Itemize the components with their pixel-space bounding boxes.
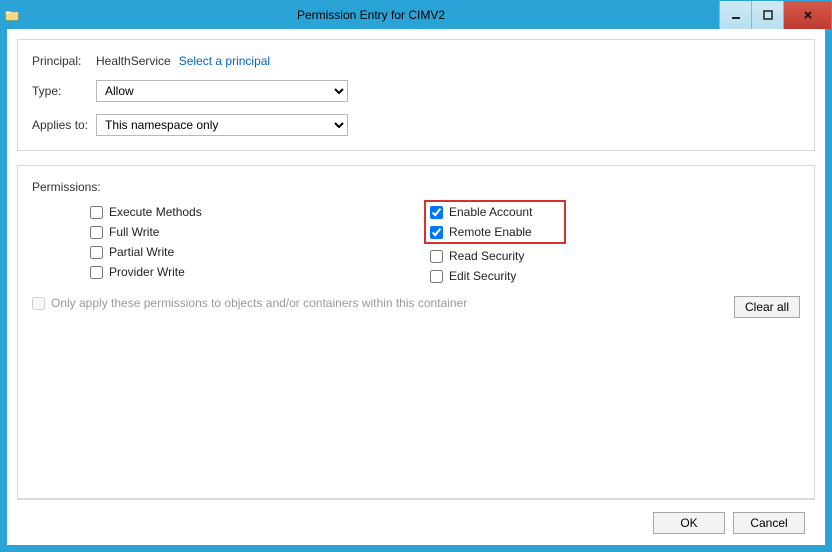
perm-checkbox[interactable] (90, 206, 103, 219)
perm-checkbox[interactable] (90, 266, 103, 279)
clear-all-button[interactable]: Clear all (734, 296, 800, 318)
applies-label: Applies to: (32, 118, 96, 132)
perm-label: Provider Write (109, 265, 185, 279)
only-apply-checkbox[interactable] (32, 297, 45, 310)
type-row: Type: Allow (32, 80, 800, 102)
principal-row: Principal: HealthService Select a princi… (32, 54, 800, 68)
perm-read-security[interactable]: Read Security (430, 246, 770, 266)
applies-row: Applies to: This namespace only (32, 114, 800, 136)
only-apply-row[interactable]: Only apply these permissions to objects … (32, 296, 467, 310)
perm-remote-enable[interactable]: Remote Enable (430, 222, 560, 242)
perm-partial-write[interactable]: Partial Write (90, 242, 430, 262)
perm-full-write[interactable]: Full Write (90, 222, 430, 242)
perm-enable-account[interactable]: Enable Account (430, 202, 560, 222)
only-apply-label: Only apply these permissions to objects … (51, 296, 467, 310)
type-select[interactable]: Allow (96, 80, 348, 102)
perm-checkbox[interactable] (430, 270, 443, 283)
permissions-footer: Only apply these permissions to objects … (32, 296, 800, 318)
content: Principal: HealthService Select a princi… (7, 29, 825, 545)
permissions-col-right: Enable Account Remote Enable Read Securi… (430, 202, 770, 286)
perm-checkbox[interactable] (430, 206, 443, 219)
window-title: Permission Entry for CIMV2 (23, 1, 719, 29)
close-button[interactable] (783, 1, 831, 29)
perm-checkbox[interactable] (90, 246, 103, 259)
window: Permission Entry for CIMV2 Principal: He… (0, 0, 832, 552)
folder-icon (1, 1, 23, 29)
principal-value: HealthService (96, 54, 171, 68)
permissions-panel: Permissions: Execute Methods Full Write (17, 165, 815, 499)
perm-edit-security[interactable]: Edit Security (430, 266, 770, 286)
applies-select[interactable]: This namespace only (96, 114, 348, 136)
permissions-col-left: Execute Methods Full Write Partial Write (90, 202, 430, 286)
perm-checkbox[interactable] (430, 226, 443, 239)
perm-execute-methods[interactable]: Execute Methods (90, 202, 430, 222)
titlebar: Permission Entry for CIMV2 (1, 1, 831, 29)
perm-label: Enable Account (449, 205, 532, 219)
principal-label: Principal: (32, 54, 96, 68)
perm-checkbox[interactable] (90, 226, 103, 239)
perm-label: Execute Methods (109, 205, 202, 219)
ok-button[interactable]: OK (653, 512, 725, 534)
perm-provider-write[interactable]: Provider Write (90, 262, 430, 282)
permissions-header: Permissions: (32, 180, 800, 194)
cancel-button[interactable]: Cancel (733, 512, 805, 534)
minimize-button[interactable] (719, 1, 751, 29)
header-panel: Principal: HealthService Select a princi… (17, 39, 815, 151)
perm-checkbox[interactable] (430, 250, 443, 263)
maximize-button[interactable] (751, 1, 783, 29)
client-area: Principal: HealthService Select a princi… (1, 29, 831, 551)
select-principal-link[interactable]: Select a principal (179, 54, 270, 68)
perm-label: Full Write (109, 225, 159, 239)
perm-label: Remote Enable (449, 225, 532, 239)
permissions-grid: Execute Methods Full Write Partial Write (32, 202, 800, 286)
highlight-enable-permissions: Enable Account Remote Enable (424, 200, 566, 244)
dialog-footer: OK Cancel (17, 499, 815, 545)
perm-label: Edit Security (449, 269, 516, 283)
type-label: Type: (32, 84, 96, 98)
perm-label: Partial Write (109, 245, 174, 259)
window-controls (719, 1, 831, 29)
perm-label: Read Security (449, 249, 524, 263)
